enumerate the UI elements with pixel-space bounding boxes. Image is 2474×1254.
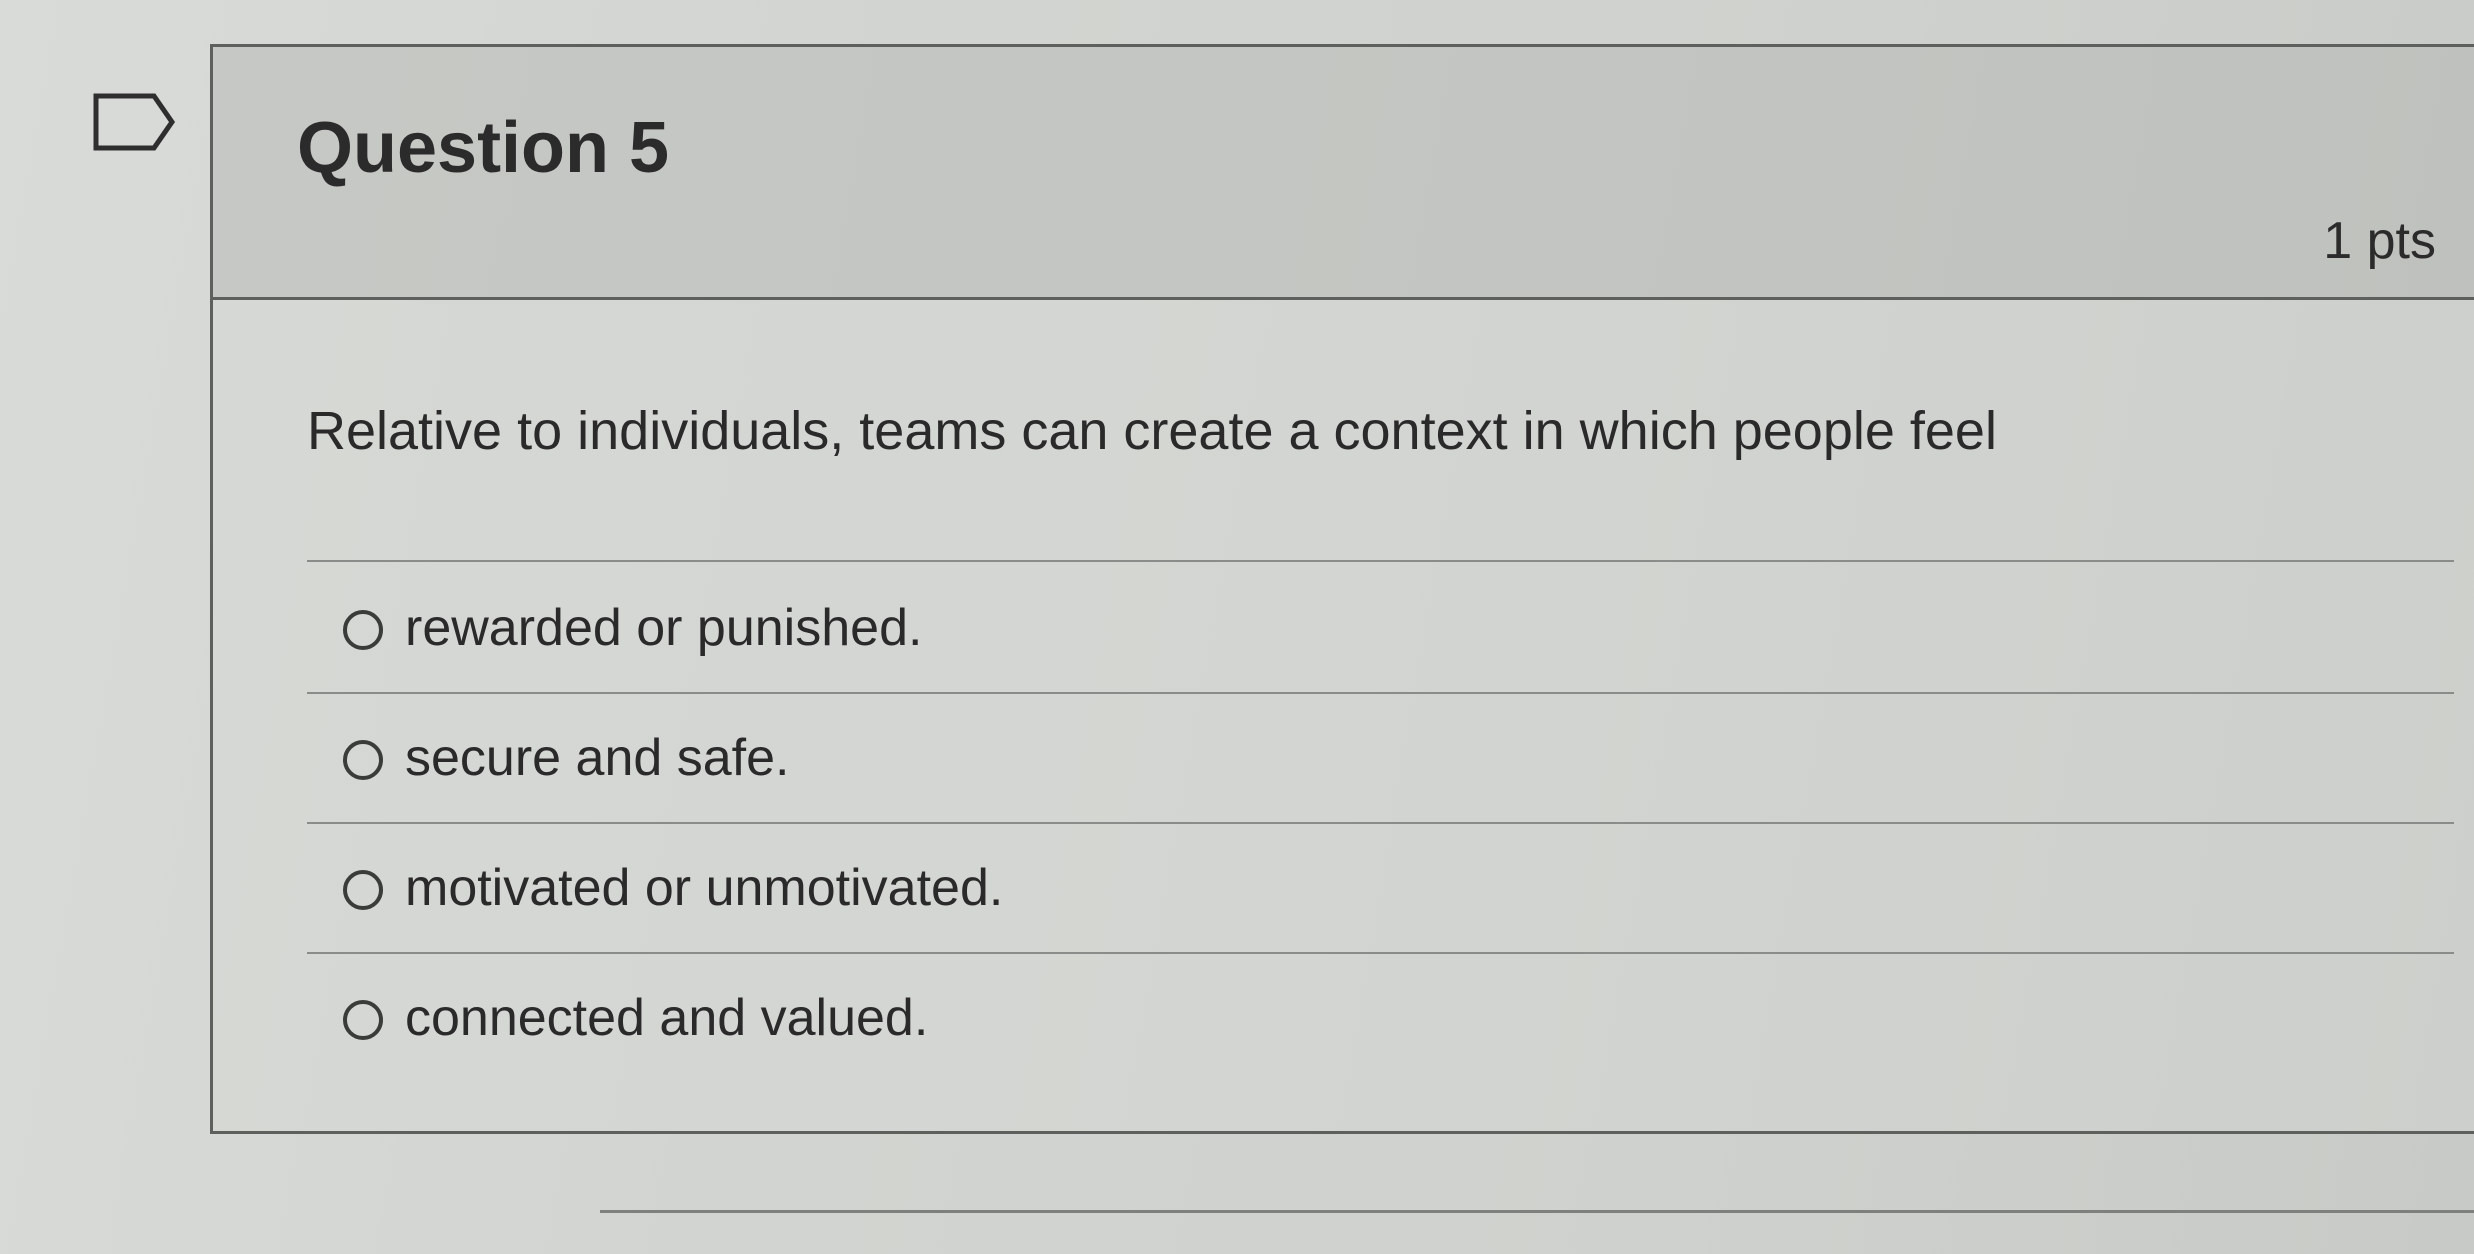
answer-option[interactable]: connected and valued.: [307, 954, 2454, 1082]
answer-label[interactable]: motivated or unmotivated.: [405, 858, 1003, 918]
prompt-divider: [307, 560, 2454, 562]
radio-button[interactable]: [343, 870, 383, 910]
question-card: Question 5 1 pts Relative to individuals…: [210, 44, 2474, 1134]
answer-option[interactable]: motivated or unmotivated.: [307, 824, 2454, 954]
flag-question-icon[interactable]: [92, 92, 176, 152]
question-body: Relative to individuals, teams can creat…: [213, 300, 2474, 1131]
question-text: Relative to individuals, teams can creat…: [307, 401, 1997, 461]
answer-label[interactable]: secure and safe.: [405, 728, 789, 788]
question-header: Question 5 1 pts: [213, 47, 2474, 300]
question-title: Question 5: [297, 108, 670, 188]
answer-label[interactable]: connected and valued.: [405, 988, 928, 1048]
radio-button[interactable]: [343, 610, 383, 650]
answer-list: rewarded or punished. secure and safe. m…: [307, 564, 2454, 1082]
question-points: 1 pts: [2323, 212, 2436, 270]
answer-label[interactable]: rewarded or punished.: [405, 598, 922, 658]
answer-option[interactable]: secure and safe.: [307, 694, 2454, 824]
next-question-divider: [600, 1210, 2474, 1213]
answer-option[interactable]: rewarded or punished.: [307, 564, 2454, 694]
radio-button[interactable]: [343, 1000, 383, 1040]
radio-button[interactable]: [343, 740, 383, 780]
